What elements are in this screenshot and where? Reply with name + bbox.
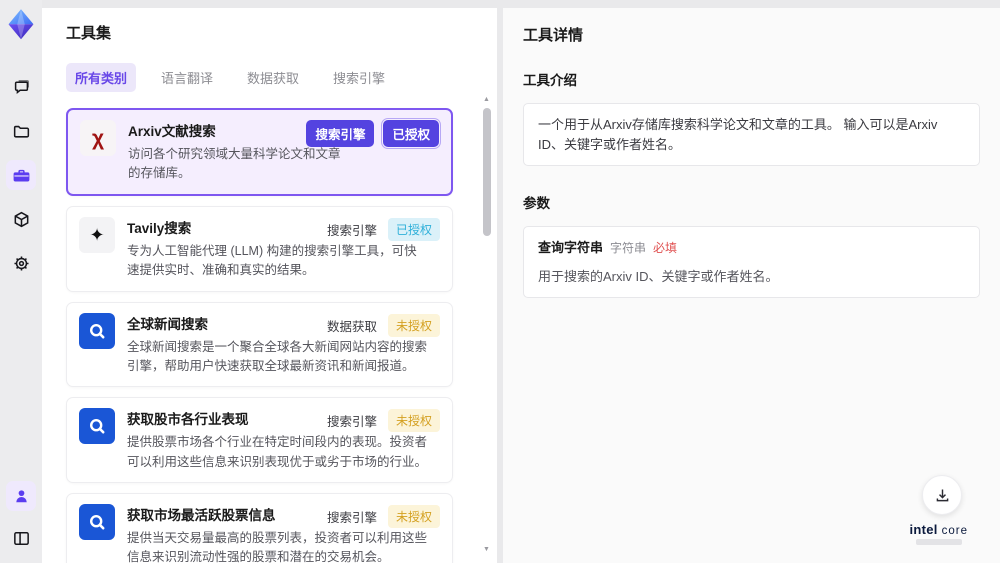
tool-list-item[interactable]: 获取股市各行业表现 提供股票市场各个行业在特定时间段内的表现。投资者可以利用这些… — [66, 397, 453, 483]
scrollbar[interactable]: ▲ ▼ — [482, 96, 491, 554]
tool-list-item[interactable]: 获取市场最活跃股票信息 提供当天交易量最高的股票列表，投资者可以利用这些信息来识… — [66, 493, 453, 563]
detail-title: 工具详情 — [523, 27, 584, 44]
briefcase-icon — [12, 166, 31, 185]
tool-description: 专为人工智能代理 (LLM) 构建的搜索引擎工具，可快速提供实时、准确和真实的结… — [127, 243, 417, 278]
category-badge: 搜索引擎 — [326, 223, 377, 238]
chat-icon — [12, 78, 31, 97]
cube-icon — [12, 210, 31, 229]
scroll-track[interactable] — [482, 104, 491, 546]
category-tab[interactable]: 搜索引擎 — [324, 63, 394, 92]
user-icon — [12, 487, 31, 506]
sidebar-item-gear[interactable] — [6, 248, 36, 278]
tool-description: 全球新闻搜索是一个聚合全球各大新闻网站内容的搜索引擎，帮助用户快速获取全球最新资… — [127, 339, 428, 373]
tool-list-panel: 工具集 所有类别 语言翻译 数据获取 搜索引擎 χ Arxiv文献搜索 访问各个研究领… — [42, 8, 497, 563]
left-sidebar — [0, 0, 42, 563]
tool-list: χ Arxiv文献搜索 访问各个研究领域大量科学论文和文章的存储库。 搜索引擎 … — [66, 108, 473, 563]
brand-subline — [915, 539, 962, 545]
auth-status-badge: 未授权 — [387, 409, 440, 433]
category-tabs: 所有类别 语言翻译 数据获取 搜索引擎 — [66, 63, 473, 92]
folder-icon — [12, 122, 31, 141]
app-logo-icon[interactable] — [6, 8, 36, 40]
brand-core: core — [941, 525, 968, 537]
category-badge: 数据获取 — [326, 319, 377, 334]
gear-icon — [12, 254, 31, 273]
param-type: 字符串 — [610, 241, 647, 255]
scroll-up-icon[interactable]: ▲ — [483, 96, 490, 104]
sidebar-item-chat[interactable] — [6, 72, 36, 102]
sidebar-item-briefcase[interactable] — [6, 160, 36, 190]
blue-search-icon — [79, 408, 115, 445]
brand-intel: intel — [909, 522, 938, 537]
auth-status-badge: 未授权 — [387, 505, 440, 528]
tool-list-item[interactable]: ✦ Tavily搜索 专为人工智能代理 (LLM) 构建的搜索引擎工具，可快速提… — [66, 205, 453, 292]
arxiv-icon: χ — [80, 120, 116, 156]
sidebar-item-folder[interactable] — [6, 116, 36, 146]
sidebar-item-cube[interactable] — [6, 204, 36, 234]
tool-intro-box: 一个用于从Arxiv存储库搜索科学论文和文章的工具。 输入可以是Arxiv ID… — [523, 103, 980, 166]
sidebar-item-panel[interactable] — [6, 523, 36, 553]
tool-description: 提供当天交易量最高的股票列表，投资者可以利用这些信息来识别流动性强的股票和潜在的… — [127, 531, 428, 563]
panel-icon — [12, 529, 31, 548]
auth-status-badge: 未授权 — [387, 313, 440, 337]
tool-description: 提供股票市场各个行业在特定时间段内的表现。投资者可以利用这些信息来识别表现优于或… — [127, 435, 428, 469]
params-section-title: 参数 — [523, 196, 550, 211]
tool-detail-panel: 工具详情 工具介绍 一个用于从Arxiv存储库搜索科学论文和文章的工具。 输入可… — [503, 8, 1000, 563]
auth-status-badge: 已授权 — [381, 118, 441, 149]
category-badge: 搜索引擎 — [306, 120, 375, 147]
scroll-thumb[interactable] — [482, 108, 491, 236]
intel-core-logo: intel core — [909, 522, 968, 545]
tool-list-item[interactable]: 全球新闻搜索 全球新闻搜索是一个聚合全球各大新闻网站内容的搜索引擎，帮助用户快速… — [66, 301, 453, 388]
blue-search-icon — [79, 504, 115, 540]
scroll-down-icon[interactable]: ▼ — [483, 546, 490, 554]
category-badge: 搜索引擎 — [326, 511, 377, 525]
download-icon — [936, 489, 948, 501]
category-tab[interactable]: 数据获取 — [238, 63, 308, 92]
blue-search-icon — [79, 312, 115, 349]
param-required-badge: 必填 — [653, 241, 678, 255]
param-box: 查询字符串 字符串 必填 用于搜索的Arxiv ID、关键字或作者姓名。 — [523, 226, 980, 298]
category-tab[interactable]: 语言翻译 — [152, 63, 222, 92]
param-description: 用于搜索的Arxiv ID、关键字或作者姓名。 — [538, 268, 779, 284]
page-title: 工具集 — [66, 25, 112, 42]
download-button[interactable] — [922, 475, 962, 515]
category-badge: 搜索引擎 — [326, 415, 377, 430]
sidebar-item-user[interactable] — [6, 481, 36, 511]
intro-section-title: 工具介绍 — [523, 73, 577, 88]
category-tab[interactable]: 所有类别 — [66, 63, 137, 92]
auth-status-badge: 已授权 — [387, 217, 440, 241]
tool-list-item[interactable]: χ Arxiv文献搜索 访问各个研究领域大量科学论文和文章的存储库。 搜索引擎 … — [66, 108, 453, 196]
sparkle-icon: ✦ — [79, 216, 115, 253]
tool-description: 访问各个研究领域大量科学论文和文章的存储库。 — [128, 147, 341, 181]
param-name: 查询字符串 — [538, 240, 604, 255]
